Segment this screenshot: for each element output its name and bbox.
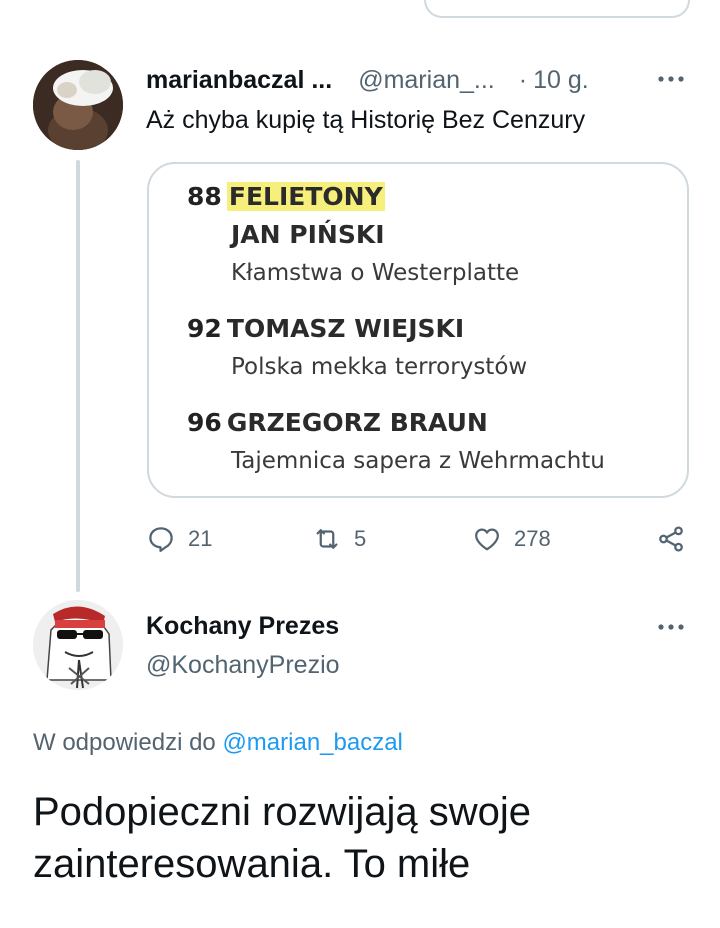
more-horizontal-icon[interactable] (656, 64, 686, 100)
entry-author: JAN PIŃSKI (231, 220, 385, 249)
tweet-time[interactable]: 10 g. (533, 66, 589, 95)
entry-number: 96 (187, 408, 222, 437)
reply-count: 21 (188, 526, 213, 551)
reply-context: W odpowiedzi do @marian_baczal (33, 729, 403, 757)
section-title: FELIETONY (226, 182, 385, 211)
tweet-header: marianbaczal ... @marian_... · 10 g. (146, 62, 589, 98)
retweet-icon (316, 529, 338, 549)
separator-dot: · (518, 65, 528, 94)
like-button[interactable]: 278 (472, 524, 551, 554)
user-handle[interactable]: @KochanyPrezio (146, 651, 340, 680)
reply-button[interactable]: 21 (146, 524, 212, 554)
entry-author: TOMASZ WIEJSKI (226, 314, 465, 343)
reply-mention-link[interactable]: @marian_baczal (222, 729, 402, 756)
avatar[interactable] (33, 600, 123, 690)
retweet-button[interactable]: 5 (312, 524, 366, 554)
entry-title: Tajemnica sapera z Wehrmachtu (231, 448, 605, 474)
entry-number: 88 (187, 182, 222, 211)
entry-title: Kłamstwa o Westerplatte (231, 260, 520, 286)
heart-icon (475, 528, 499, 551)
tweet-text: Aż chyba kupię tą Historię Bez Cenzury (146, 106, 586, 134)
comment-icon (149, 527, 173, 552)
reply-prefix: W odpowiedzi do (33, 729, 216, 756)
entry-number: 92 (187, 314, 222, 343)
user-handle[interactable]: @marian_... (358, 66, 495, 95)
entry-title: Polska mekka terrorystów (231, 354, 528, 380)
previous-tweet-card-edge (424, 0, 690, 18)
thread-connector-line (76, 160, 80, 592)
tweet-text: Podopieczni rozwijają swoje zainteresowa… (33, 790, 532, 886)
display-name[interactable]: marianbaczal ... (146, 66, 332, 95)
retweet-count: 5 (354, 526, 367, 551)
share-icon (659, 526, 683, 552)
more-horizontal-icon[interactable] (656, 612, 686, 648)
tweet-image[interactable]: 88 FELIETONY JAN PIŃSKI Kłamstwa o Weste… (147, 162, 689, 498)
avatar[interactable] (33, 60, 123, 150)
avatar-image (33, 600, 123, 690)
display-name[interactable]: Kochany Prezes (146, 612, 339, 641)
tweet-actions: 21 5 278 (146, 520, 691, 560)
share-button[interactable] (656, 524, 686, 554)
like-count: 278 (514, 526, 551, 551)
entry-author: GRZEGORZ BRAUN (226, 408, 488, 437)
avatar-image (33, 60, 123, 150)
